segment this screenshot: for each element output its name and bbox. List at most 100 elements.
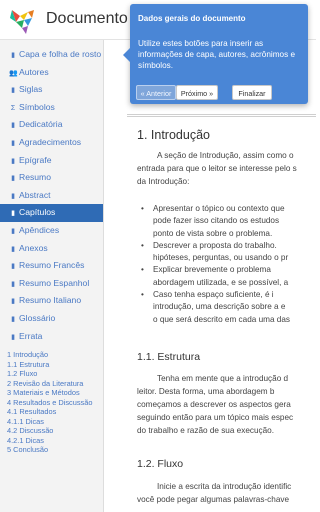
file-icon: ▮: [11, 139, 15, 147]
bullet-line: introdução, uma descrição sobre a e: [141, 301, 290, 313]
tour-popover: Dados gerais do documento Utilize estes …: [123, 4, 308, 104]
sidebar-item-label: Apêndices: [19, 224, 60, 235]
file-icon: ▮: [11, 175, 15, 183]
file-icon: ▮: [11, 122, 15, 130]
intro-line: A seção de Introdução, assim como o: [157, 151, 294, 160]
estrutura-line: do trabalho e razão de sua execução.: [137, 426, 275, 435]
bullet-line: o que será descrito em cada uma das: [141, 314, 290, 326]
fluxo-line: Inicie a escrita da introdução identific: [157, 482, 292, 491]
sidebar-item-label: Epígrafe: [19, 154, 52, 165]
heading-estrutura: 1.1. Estrutura: [137, 351, 201, 363]
bullet-line: hipóteses, perguntas, ou usando o pr: [141, 252, 290, 264]
sidebar-item-glossário[interactable]: ▮ Glossário: [0, 310, 103, 328]
sidebar-item-apêndices[interactable]: ▮ Apêndices: [0, 222, 103, 240]
sidebar: ▮ Capa e folha de rosto 👥Autores ▮ Siglas Σ Sí…: [0, 40, 104, 512]
sidebar-item-label: Anexos: [19, 242, 48, 253]
file-icon: ▮: [11, 157, 15, 165]
intro-line: entrada para que o leitor se interesse p…: [137, 164, 297, 173]
list-icon: ▮: [11, 87, 15, 95]
sigma-icon: Σ: [10, 104, 16, 112]
bullet-line: abordagem utilizada, e se possível, a: [141, 277, 290, 289]
sidebar-item-epígrafe[interactable]: ▮ Epígrafe: [0, 152, 103, 170]
bullet-line: • Apresentar o tópico ou contexto que: [141, 203, 290, 215]
bullet-text: Caso tenha espaço suficiente, é i: [153, 290, 274, 300]
estrutura-line: Tenha em mente que a introdução d: [157, 374, 289, 383]
sidebar-item-label: Resumo Francês: [19, 260, 85, 271]
sidebar-nav: ▮ Capa e folha de rosto 👥Autores ▮ Siglas Σ Sí…: [0, 40, 103, 345]
table-of-contents: 1 Introdução 1.1 Estrutura 1.2 Fluxo 2 Revi…: [0, 350, 103, 455]
toc-link[interactable]: 3 Materiais e Métodos: [7, 388, 103, 398]
bullet-text: o que será descrito em cada uma das: [153, 314, 290, 324]
bullet-dot-icon: •: [141, 265, 144, 275]
heading-fluxo: 1.2. Fluxo: [137, 458, 184, 470]
sidebar-item-agradecimentos[interactable]: ▮ Agradecimentos: [0, 134, 103, 152]
sidebar-item-label: Resumo: [19, 172, 51, 183]
bullet-text: hipóteses, perguntas, ou usando o pr: [153, 253, 289, 263]
toc-link[interactable]: 1.2 Fluxo: [7, 369, 103, 379]
file-icon: ▮: [11, 210, 15, 218]
sidebar-item-capítulos[interactable]: ▮ Capítulos: [0, 204, 103, 222]
heading-introducao: 1. Introdução: [137, 128, 210, 142]
bullet-text: Descrever a proposta do trabalho.: [153, 240, 277, 250]
sidebar-item-resumo-francês[interactable]: ▮ Resumo Francês: [0, 257, 103, 275]
popover-arrow: [123, 48, 130, 62]
sidebar-item-label: Resumo Espanhol: [19, 277, 90, 288]
sidebar-item-label: Resumo Italiano: [19, 295, 82, 306]
sidebar-item-resumo[interactable]: ▮ Resumo: [0, 169, 103, 187]
sidebar-item-anexos[interactable]: ▮ Anexos: [0, 240, 103, 258]
previous-button[interactable]: « Anterior: [136, 85, 176, 100]
toc-link[interactable]: 1.1 Estrutura: [7, 360, 103, 370]
file-icon: ▮: [11, 192, 15, 200]
fluxo-line: você pode pegar algumas palavras-chave: [137, 495, 290, 504]
toc-link[interactable]: 5 Conclusão: [7, 445, 103, 455]
bullet-dot-icon: •: [141, 204, 144, 213]
bullet-line: • Descrever a proposta do trabalho.: [141, 240, 290, 252]
toc-link[interactable]: 4.1 Resultados: [7, 407, 103, 417]
intro-line: da Introdução:: [137, 177, 190, 186]
finish-button[interactable]: Finalizar: [232, 85, 272, 100]
estrutura-line: começamos a descrever os aspectos gera: [137, 400, 291, 409]
toc-link[interactable]: 4.2 Discussão: [7, 426, 103, 436]
file-icon: ▮: [11, 315, 15, 323]
toc-link[interactable]: 4 Resultados e Discussão: [7, 398, 103, 408]
file-icon: ▮: [11, 280, 15, 288]
bullet-text: abordagem utilizada, e se possível, a: [153, 277, 289, 287]
sidebar-item-resumo-espanhol[interactable]: ▮ Resumo Espanhol: [0, 275, 103, 293]
sidebar-item-label: Capa e folha de rosto: [19, 49, 102, 59]
sidebar-item-autores[interactable]: 👥Autores: [0, 64, 103, 82]
bullet-text: introdução, uma descrição sobre a e: [153, 302, 286, 312]
bullet-line: pode fazer isso citando os estudos: [141, 215, 290, 227]
book-icon: ▮: [11, 52, 15, 59]
sidebar-item-label: Agradecimentos: [19, 136, 82, 147]
bullet-line: ponto de vista sobre o problema.: [141, 228, 290, 240]
sidebar-item-siglas[interactable]: ▮ Siglas: [0, 81, 103, 99]
sidebar-item-capa-e-folha-de-rosto[interactable]: ▮ Capa e folha de rosto: [0, 46, 103, 64]
sidebar-item-dedicatória[interactable]: ▮ Dedicatória: [0, 116, 103, 134]
sidebar-item-label: Símbolos: [19, 101, 55, 112]
bullet-dot-icon: •: [141, 290, 144, 300]
sidebar-item-label: Capítulos: [19, 207, 56, 218]
bullet-text: Apresentar o tópico ou contexto que: [153, 204, 285, 213]
toc-link[interactable]: 4.2.1 Dicas: [7, 436, 103, 446]
file-icon: ▮: [11, 227, 15, 235]
sidebar-item-label: Siglas: [19, 84, 43, 95]
toc-link[interactable]: 2 Revisão da Literatura: [7, 379, 103, 389]
file-icon: ▮: [11, 245, 15, 253]
next-button[interactable]: Próximo »: [176, 85, 218, 100]
sidebar-item-símbolos[interactable]: Σ Símbolos: [0, 99, 103, 117]
page-divider: [127, 116, 316, 117]
sidebar-item-errata[interactable]: ▮ Errata: [0, 328, 103, 346]
bullet-dot-icon: •: [141, 240, 144, 250]
sidebar-item-label: Autores: [19, 66, 49, 77]
sidebar-item-resumo-italiano[interactable]: ▮ Resumo Italiano: [0, 292, 103, 310]
sidebar-item-abstract[interactable]: ▮ Abstract: [0, 187, 103, 205]
file-icon: ▮: [11, 298, 15, 306]
toc-link[interactable]: 4.1.1 Dicas: [7, 417, 103, 427]
sidebar-item-label: Dedicatória: [19, 119, 63, 130]
toc-link[interactable]: 1 Introdução: [7, 350, 103, 360]
page-divider: [127, 114, 316, 115]
file-icon: ▮: [11, 333, 15, 341]
sidebar-item-label: Abstract: [19, 189, 51, 200]
users-icon: 👥: [9, 69, 18, 77]
bullet-text: pode fazer isso citando os estudos: [153, 216, 280, 226]
